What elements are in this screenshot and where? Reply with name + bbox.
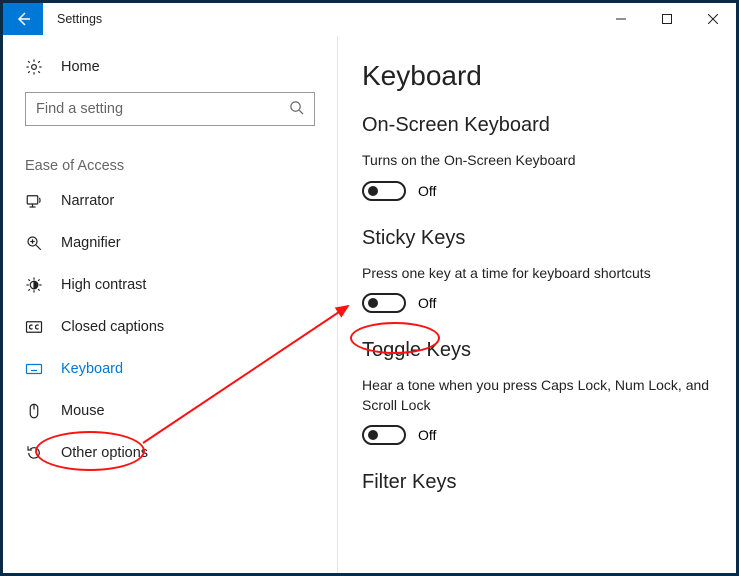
narrator-icon xyxy=(25,192,43,210)
toggle-sticky-keys[interactable] xyxy=(362,293,406,313)
highcontrast-icon xyxy=(25,276,43,294)
search-input[interactable]: Find a setting xyxy=(25,92,315,126)
toggle-state-label: Off xyxy=(418,427,436,443)
toggle-knob xyxy=(368,186,378,196)
toggle-state-label: Off xyxy=(418,295,436,311)
magnifier-icon xyxy=(25,234,43,252)
close-button[interactable] xyxy=(690,3,736,35)
sidebar-home[interactable]: Home xyxy=(25,54,315,92)
sidebar-item-label: Magnifier xyxy=(61,235,121,251)
arrow-ccw-icon xyxy=(25,444,43,462)
home-label: Home xyxy=(61,59,100,75)
sidebar-item-other[interactable]: Other options xyxy=(25,432,315,474)
gear-icon xyxy=(25,58,43,76)
toggle-toggle-keys[interactable] xyxy=(362,425,406,445)
section-title-sticky: Sticky Keys xyxy=(362,227,712,250)
sidebar-category-label: Ease of Access xyxy=(25,158,315,180)
toggle-state-label: Off xyxy=(418,183,436,199)
sidebar-item-closedcaptions[interactable]: Closed captions xyxy=(25,306,315,348)
content-pane: Keyboard On-Screen Keyboard Turns on the… xyxy=(338,36,736,573)
sidebar-item-label: High contrast xyxy=(61,277,146,293)
back-button[interactable] xyxy=(3,3,43,35)
search-placeholder: Find a setting xyxy=(36,101,289,117)
back-arrow-icon xyxy=(15,11,31,27)
sidebar-item-narrator[interactable]: Narrator xyxy=(25,180,315,222)
toggle-onscreen-keyboard[interactable] xyxy=(362,181,406,201)
mouse-icon xyxy=(25,402,43,420)
settings-window: Settings Home Find a setting xyxy=(3,3,736,573)
sidebar-item-label: Narrator xyxy=(61,193,114,209)
sidebar-item-mouse[interactable]: Mouse xyxy=(25,390,315,432)
sidebar-item-label: Mouse xyxy=(61,403,105,419)
sidebar-item-label: Closed captions xyxy=(61,319,164,335)
minimize-icon xyxy=(616,14,626,24)
sidebar-item-highcontrast[interactable]: High contrast xyxy=(25,264,315,306)
window-controls xyxy=(598,3,736,35)
sidebar-item-keyboard[interactable]: Keyboard xyxy=(25,348,315,390)
section-desc-onscreen: Turns on the On-Screen Keyboard xyxy=(362,151,712,171)
section-desc-togglekeys: Hear a tone when you press Caps Lock, Nu… xyxy=(362,376,712,415)
section-title-togglekeys: Toggle Keys xyxy=(362,339,712,362)
toggle-knob xyxy=(368,430,378,440)
minimize-button[interactable] xyxy=(598,3,644,35)
sidebar: Home Find a setting Ease of Access Narra… xyxy=(3,36,338,573)
maximize-button[interactable] xyxy=(644,3,690,35)
section-desc-sticky: Press one key at a time for keyboard sho… xyxy=(362,264,712,284)
page-title: Keyboard xyxy=(362,60,712,92)
sidebar-item-magnifier[interactable]: Magnifier xyxy=(25,222,315,264)
close-icon xyxy=(708,14,718,24)
window-title: Settings xyxy=(43,3,598,35)
toggle-knob xyxy=(368,298,378,308)
sidebar-item-label: Other options xyxy=(61,445,148,461)
maximize-icon xyxy=(662,14,672,24)
section-title-onscreen: On-Screen Keyboard xyxy=(362,114,712,137)
section-title-filter: Filter Keys xyxy=(362,471,712,494)
keyboard-icon xyxy=(25,360,43,378)
closedcaptions-icon xyxy=(25,318,43,336)
search-icon xyxy=(289,100,304,119)
titlebar: Settings xyxy=(3,3,736,36)
sidebar-item-label: Keyboard xyxy=(61,361,123,377)
